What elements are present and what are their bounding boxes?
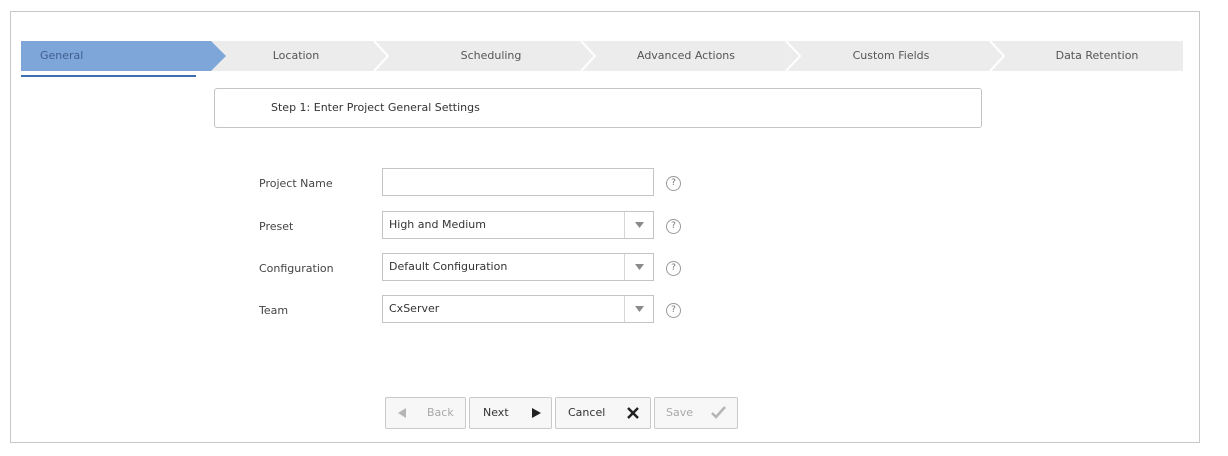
back-button[interactable]: Back bbox=[385, 397, 466, 429]
step-title-box: Step 1: Enter Project General Settings bbox=[214, 88, 982, 128]
close-icon bbox=[627, 407, 639, 419]
step-title: Step 1: Enter Project General Settings bbox=[271, 101, 480, 114]
step-advanced-actions-label: Advanced Actions bbox=[636, 49, 735, 62]
step-separator bbox=[785, 41, 801, 71]
step-scheduling[interactable]: Scheduling bbox=[396, 41, 586, 71]
arrow-left-icon bbox=[398, 408, 406, 418]
project-name-help-icon[interactable]: ? bbox=[666, 176, 681, 191]
configuration-help-icon[interactable]: ? bbox=[666, 261, 681, 276]
step-general[interactable]: General bbox=[21, 41, 226, 71]
cancel-button[interactable]: Cancel bbox=[555, 397, 651, 429]
step-data-retention[interactable]: Data Retention bbox=[1011, 41, 1183, 71]
configuration-label: Configuration bbox=[259, 262, 334, 275]
next-button-label: Next bbox=[483, 406, 509, 419]
back-button-label: Back bbox=[427, 406, 454, 419]
step-custom-fields[interactable]: Custom Fields bbox=[801, 41, 981, 71]
configuration-value: Default Configuration bbox=[389, 260, 508, 273]
wizard-steps: General Location Scheduling Advanced Act… bbox=[21, 41, 1183, 71]
active-step-indicator bbox=[21, 75, 196, 77]
cancel-button-label: Cancel bbox=[568, 406, 606, 419]
next-button[interactable]: Next bbox=[469, 397, 552, 429]
step-separator bbox=[580, 41, 596, 71]
chevron-down-icon[interactable] bbox=[624, 254, 653, 280]
configuration-select[interactable]: Default Configuration bbox=[382, 253, 654, 281]
team-label: Team bbox=[259, 304, 289, 317]
step-advanced-actions[interactable]: Advanced Actions bbox=[596, 41, 776, 71]
chevron-down-icon[interactable] bbox=[624, 296, 653, 322]
step-custom-fields-label: Custom Fields bbox=[852, 49, 930, 62]
step-location[interactable]: Location bbox=[226, 41, 366, 71]
team-value: CxServer bbox=[389, 302, 440, 315]
team-help-icon[interactable]: ? bbox=[666, 303, 681, 318]
step-location-label: Location bbox=[272, 49, 320, 62]
save-button[interactable]: Save bbox=[654, 397, 738, 429]
step-general-label: General bbox=[40, 49, 84, 62]
preset-help-icon[interactable]: ? bbox=[666, 219, 681, 234]
save-button-label: Save bbox=[666, 406, 694, 419]
preset-select[interactable]: High and Medium bbox=[382, 211, 654, 239]
project-name-label: Project Name bbox=[259, 177, 333, 190]
step-separator bbox=[989, 41, 1005, 71]
step-separator bbox=[373, 41, 389, 71]
preset-label: Preset bbox=[259, 220, 294, 233]
team-select[interactable]: CxServer bbox=[382, 295, 654, 323]
step-data-retention-label: Data Retention bbox=[1055, 49, 1139, 62]
preset-value: High and Medium bbox=[389, 218, 486, 231]
step-scheduling-label: Scheduling bbox=[460, 49, 522, 62]
arrow-right-icon bbox=[532, 408, 541, 418]
project-name-input[interactable] bbox=[382, 168, 654, 196]
checkmark-icon bbox=[711, 406, 726, 419]
chevron-down-icon[interactable] bbox=[624, 212, 653, 238]
